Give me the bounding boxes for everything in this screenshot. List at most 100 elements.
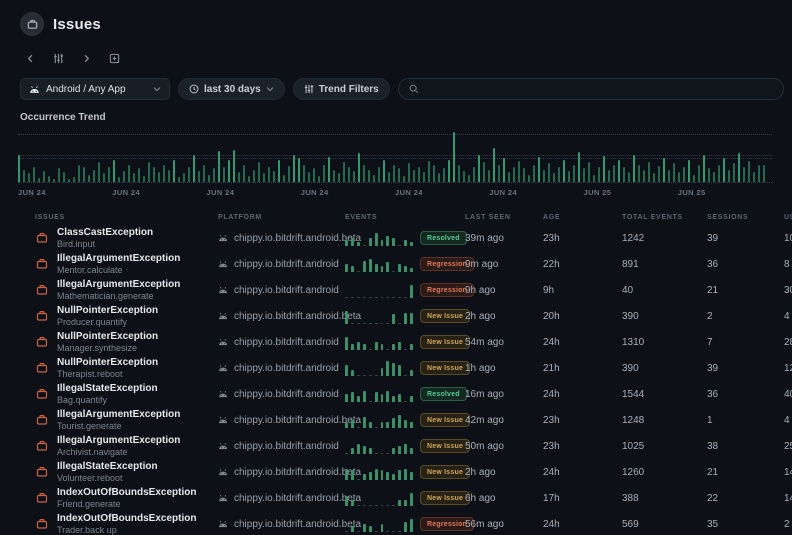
total-events-value: 1544 [622,389,707,400]
chart-bar [723,158,725,182]
chart-bar [648,162,650,182]
last-seen-value: 2h ago [465,467,543,478]
chart-bar [68,179,70,182]
chart-bar [378,167,380,182]
issue-row[interactable]: NullPointerExceptionProducer.quantifychi… [0,303,792,329]
chart-bar [438,173,440,182]
spark-bar [410,493,413,506]
last-seen-value: 54m ago [465,337,543,348]
search-input[interactable] [425,84,773,95]
android-icon [218,312,228,320]
issue-row[interactable]: IndexOutOfBoundsExceptionFriend.generate… [0,485,792,511]
chart-bar [323,165,325,183]
issue-row[interactable]: IllegalArgumentExceptionMentor.calculate… [0,251,792,277]
spark-gap-dot [381,297,384,298]
chart-bar [493,148,495,182]
chart-bar [728,170,730,183]
issue-row[interactable]: ClassCastExceptionBird.inputchippy.io.bi… [0,225,792,251]
chart-bar [178,177,180,182]
chart-bar [478,155,480,183]
chart-bar [18,155,20,183]
issue-title: IndexOutOfBoundsException [57,513,196,525]
spark-gap-dot [404,375,407,376]
chart-bar [73,177,75,182]
issue-row[interactable]: IllegalArgumentExceptionArchivist.naviga… [0,433,792,459]
total-events-value: 388 [622,493,707,504]
spark-bar [345,422,348,428]
issue-row[interactable]: IndexOutOfBoundsExceptionTrader.back upc… [0,511,792,535]
events-sparkline [345,517,413,532]
spark-bar [357,242,360,246]
chart-bar [198,171,200,182]
sessions-value: 36 [707,259,784,270]
issue-row[interactable]: NullPointerExceptionManager.synthesizech… [0,329,792,355]
next-button[interactable] [80,52,93,65]
issue-briefcase-icon [36,466,48,478]
spark-bar [351,448,354,454]
chart-bar [528,175,530,183]
issue-title: IllegalStateException [57,461,158,473]
column-header[interactable]: Platform [218,214,345,221]
occurrence-trend-chart[interactable] [18,129,772,183]
chart-x-axis: JUN 24JUN 24JUN 24JUN 24JUN 24JUN 24JUN … [18,188,772,197]
spark-gap-dot [363,245,366,246]
chart-bar [103,173,105,182]
chart-bar [578,152,580,182]
spark-bar [398,365,401,376]
column-header[interactable]: Sessions [707,214,784,221]
platform-name: chippy.io.bitdrift.android [234,389,339,400]
sessions-value: 38 [707,441,784,452]
spark-gap-dot [386,297,389,298]
chart-title: Occurrence Trend [0,100,792,123]
total-events-value: 1310 [622,337,707,348]
chart-bar [138,168,140,182]
columns-button[interactable] [51,51,66,66]
spark-bar [363,474,366,480]
issue-subtitle: Tourist.generate [57,421,180,432]
column-header[interactable]: Issues [35,214,218,221]
trend-filters-button[interactable]: Trend Filters [293,78,390,100]
chart-bar [273,171,275,182]
column-header[interactable]: Total Events [622,214,707,221]
column-header[interactable]: Age [543,214,622,221]
issue-row[interactable]: IllegalArgumentExceptionMathematician.ge… [0,277,792,303]
chart-bar [23,170,25,183]
spark-bar [381,368,384,375]
issue-row[interactable]: IllegalStateExceptionBag.quantifychippy.… [0,381,792,407]
time-range-filter[interactable]: last 30 days [178,78,285,100]
chart-bar [393,165,395,183]
users-value: 12 [784,363,792,374]
chart-bar [118,177,120,182]
chart-bar [58,168,60,182]
spark-bar [381,240,384,246]
issue-subtitle: Trader.back up [57,525,196,535]
app-selector[interactable]: Android / Any App [20,78,170,100]
column-header[interactable]: Users [784,214,792,221]
chart-bar [543,170,545,183]
chart-bar [158,172,160,182]
prev-button[interactable] [24,52,37,65]
column-header[interactable]: Events [345,214,465,221]
chart-bar [483,162,485,182]
issue-row[interactable]: NullPointerExceptionTherapist.rebootchip… [0,355,792,381]
chart-bar [133,173,135,182]
add-view-button[interactable] [107,51,122,66]
issue-title: IllegalArgumentException [57,279,180,291]
chart-bar [243,165,245,183]
chart-bar [363,165,365,183]
chart-bar [613,165,615,183]
search-box[interactable] [398,78,784,100]
issue-title: IllegalArgumentException [57,409,180,421]
issue-title: IndexOutOfBoundsException [57,487,196,499]
chart-bar [738,153,740,182]
spark-bar [363,446,366,453]
chart-bar [333,170,335,183]
status-badge: New Issue [420,491,470,505]
chart-bar [113,160,115,183]
issue-row[interactable]: IllegalStateExceptionVolunteer.rebootchi… [0,459,792,485]
android-icon [218,234,228,242]
axis-tick-label: JUN 25 [678,188,772,197]
issue-row[interactable]: IllegalArgumentExceptionTourist.generate… [0,407,792,433]
column-header[interactable]: Last Seen [465,214,543,221]
age-value: 23h [543,441,622,452]
